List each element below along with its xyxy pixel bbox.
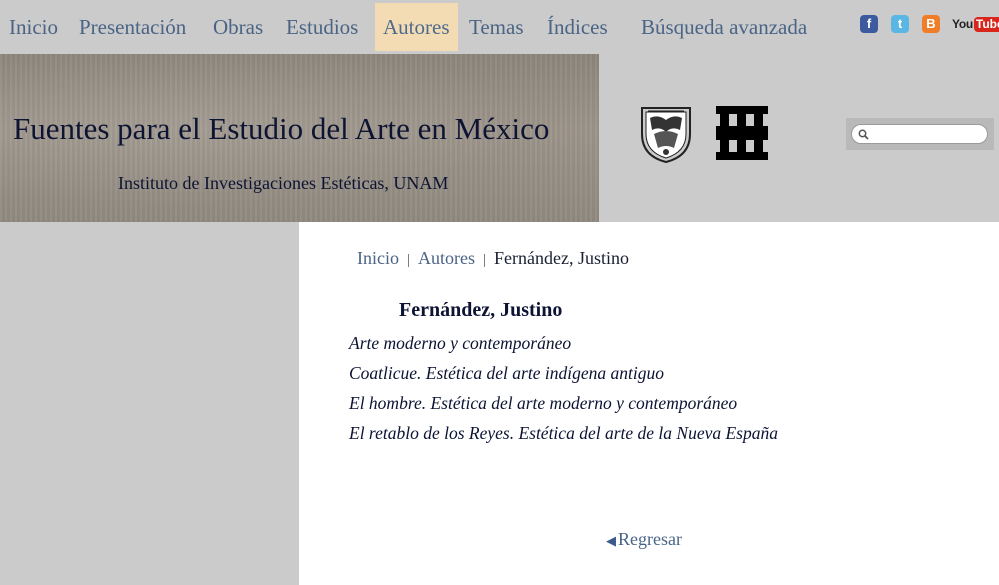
main-content: Inicio | Autores | Fernández, Justino Fernán… [299,222,999,585]
work-link[interactable]: Coatlicue. Estética del arte indígena an… [349,358,778,388]
breadcrumb-separator: | [483,252,487,268]
work-link[interactable]: El retablo de los Reyes. Estética del ar… [349,418,778,448]
youtube-icon[interactable]: YouTube [952,15,999,33]
breadcrumb-separator: | [407,252,411,268]
search-input[interactable] [851,124,988,144]
search-box [846,118,994,150]
work-link[interactable]: El hombre. Estética del arte moderno y c… [349,388,778,418]
nav-autores[interactable]: Autores [375,3,458,51]
youtube-icon-you: You [952,17,973,31]
back-arrow-icon: ◀ [606,533,616,548]
breadcrumb: Inicio | Autores | Fernández, Justino [357,248,629,269]
breadcrumb-inicio[interactable]: Inicio [357,248,399,268]
iie-logo[interactable] [716,106,768,160]
twitter-icon[interactable]: t [891,15,909,33]
nav-presentacion[interactable]: Presentación [79,3,186,51]
site-title[interactable]: Fuentes para el Estudio del Arte en Méxi… [13,111,549,147]
work-link[interactable]: Arte moderno y contemporáneo [349,328,778,358]
nav-temas[interactable]: Temas [469,3,524,51]
nav-busqueda-avanzada[interactable]: Búsqueda avanzada [641,3,807,51]
unam-logo[interactable] [638,104,694,164]
author-name: Fernández, Justino [399,299,563,321]
back-link-label: Regresar [618,529,682,549]
youtube-icon-tube: Tube [973,16,999,32]
site-subtitle: Instituto de Investigaciones Estéticas, … [118,173,449,193]
facebook-icon[interactable]: f [860,15,878,33]
blogger-icon[interactable]: B [922,15,940,33]
back-link[interactable]: ◀ Regresar [606,529,682,550]
nav-indices[interactable]: Índices [547,3,608,51]
breadcrumb-current: Fernández, Justino [494,248,630,268]
works-list: Arte moderno y contemporáneo Coatlicue. … [349,328,778,448]
header-banner: Fuentes para el Estudio del Arte en Méxi… [0,54,599,222]
search-icon [858,129,869,140]
nav-inicio[interactable]: Inicio [9,3,58,51]
breadcrumb-autores[interactable]: Autores [418,248,475,268]
top-navigation: Inicio Presentación Obras Estudios Autor… [0,0,999,54]
nav-estudios[interactable]: Estudios [286,3,358,51]
nav-obras[interactable]: Obras [213,3,263,51]
